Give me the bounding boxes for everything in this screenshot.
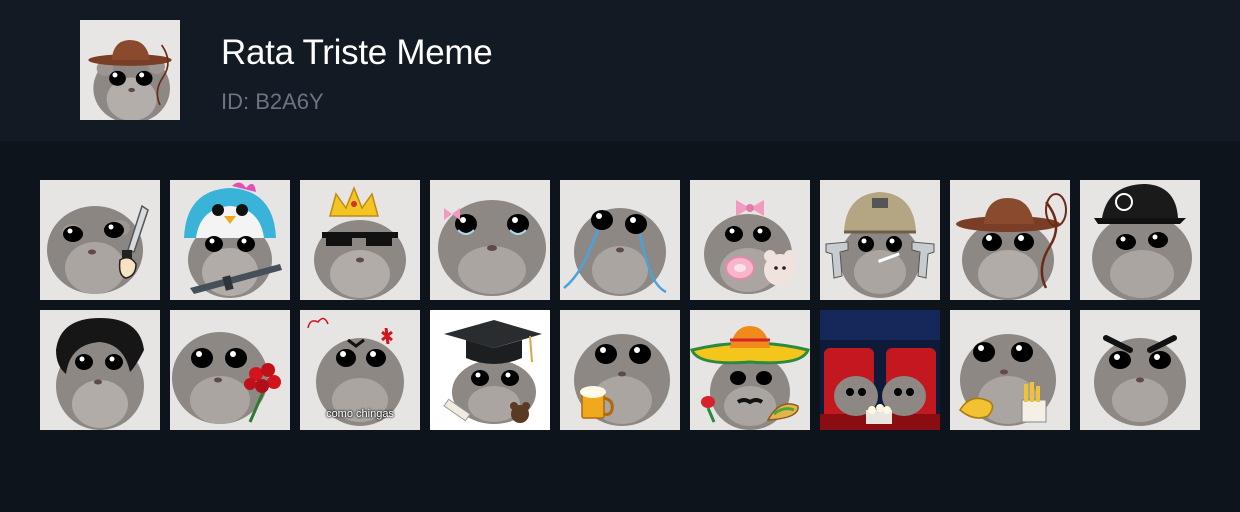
pack-title: Rata Triste Meme: [221, 33, 493, 72]
sticker-hamster-bow-pacifier-teddy[interactable]: [690, 180, 810, 300]
sticker-hamster-pink-bow-teary[interactable]: [430, 180, 550, 300]
hamsters-cinema-icon: [820, 310, 940, 430]
sticker-hamster-roses[interactable]: [170, 310, 290, 430]
hamster-penguin-hat-icon: [170, 180, 290, 300]
hamster-black-hair-icon: [40, 310, 160, 430]
sticker-hamster-crying-tears[interactable]: [560, 180, 680, 300]
sticker-hamster-black-cap[interactable]: [1080, 180, 1200, 300]
hamster-sombrero-icon: [690, 310, 810, 430]
sticker-hamster-beer[interactable]: [560, 310, 680, 430]
pack-id: ID: B2A6Y: [221, 89, 324, 114]
sticker-hamster-graduation-cap[interactable]: [430, 310, 550, 430]
hamster-cowboy-hat-icon: [80, 20, 180, 120]
hamster-crown-sunglasses-icon: [300, 180, 420, 300]
hamster-pink-bow-icon: [430, 180, 550, 300]
hamster-fries-icon: [950, 310, 1070, 430]
hamster-cowboy-hat-icon: [950, 180, 1070, 300]
sticker-hamster-black-hair[interactable]: [40, 310, 160, 430]
hamster-crying-icon: [560, 180, 680, 300]
sticker-hamster-crown-sunglasses[interactable]: [300, 180, 420, 300]
sticker-hamster-angry-eyebrows[interactable]: [1080, 310, 1200, 430]
sticker-hamster-sombrero-taco[interactable]: [690, 310, 810, 430]
sticker-hamsters-cinema-popcorn[interactable]: [820, 310, 940, 430]
sticker-hamster-cowboy-hat-lasso[interactable]: [950, 180, 1070, 300]
sticker-caption: como chingas: [326, 408, 394, 420]
hamster-knife-icon: [40, 180, 160, 300]
sticker-hamster-fries[interactable]: [950, 310, 1070, 430]
hamster-black-cap-icon: [1080, 180, 1200, 300]
pack-header: Rata Triste Meme ID: B2A6Y: [0, 0, 1240, 141]
hamster-angry-eyebrows-icon: [1080, 310, 1200, 430]
hamster-graduation-cap-icon: [430, 310, 550, 430]
sticker-hamster-helmet-pistols[interactable]: [820, 180, 940, 300]
pack-thumbnail[interactable]: [80, 20, 180, 120]
hamster-roses-icon: [170, 310, 290, 430]
hamster-helmet-icon: [820, 180, 940, 300]
hamster-pacifier-teddy-icon: [690, 180, 810, 300]
sticker-hamster-knife[interactable]: [40, 180, 160, 300]
hamster-beer-icon: [560, 310, 680, 430]
sticker-grid: como chingas: [40, 180, 1200, 430]
sticker-hamster-angry-caption[interactable]: como chingas: [300, 310, 420, 430]
sticker-hamster-penguin-hat-rifle[interactable]: [170, 180, 290, 300]
